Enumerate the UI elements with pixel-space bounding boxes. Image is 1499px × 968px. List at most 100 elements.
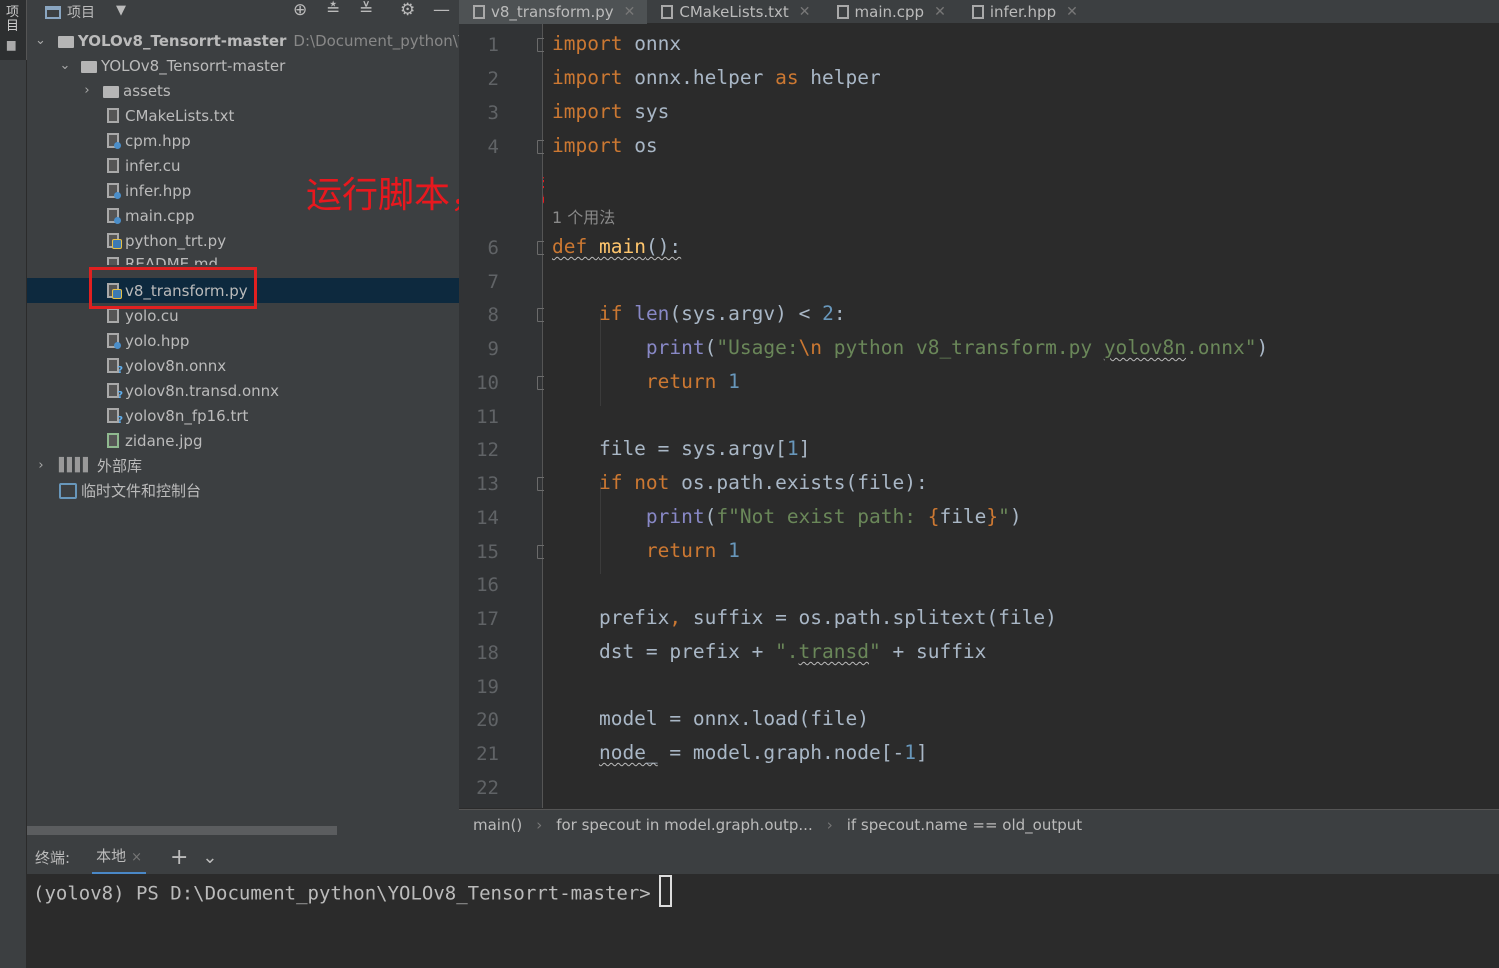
project-panel: 项目 ▼ ⊕ ≛ ≚ ⚙ — ⌄ YOLOv8_Tensorrt-master … [27,0,459,840]
code-line: print("Usage:\n python v8_transform.py y… [645,336,1269,359]
tab-v8-transform[interactable]: v8_transform.py ✕ [459,0,648,24]
project-panel-header: 项目 ▼ ⊕ ≛ ≚ ⚙ — [27,0,459,24]
code-line: print(f"Not exist path: {file}") [645,505,1022,528]
tree-item-cmakelists[interactable]: CMakeLists.txt [27,103,459,128]
tree-item-module[interactable]: ⌄ YOLOv8_Tensorrt-master [27,53,459,78]
terminal-output[interactable]: (yolov8) PS D:\Document_python\YOLOv8_Te… [27,874,1499,968]
text-file-icon [661,5,674,19]
line-number: 3 [487,102,499,124]
close-icon[interactable]: ✕ [934,4,946,20]
line-number: 1 [487,34,499,56]
hide-icon[interactable]: — [433,0,450,20]
cpp-file-icon [107,208,121,224]
gear-icon[interactable]: ⚙ [400,0,415,20]
usage-hint[interactable]: 1 个用法 [552,204,615,228]
line-number: 8 [487,304,499,326]
project-tool-window-button[interactable]: 项目 ▆ [0,0,27,60]
line-number: 7 [487,271,499,293]
close-icon[interactable]: ✕ [799,4,811,20]
chevron-down-icon[interactable]: ⌄ [35,33,46,48]
code-line: dst = prefix + ".transd" + suffix [552,640,987,663]
line-number: 12 [476,439,499,461]
unknown-file-icon [107,358,123,376]
breadcrumb-item[interactable]: for specout in model.graph.outp... [542,816,813,834]
tree-item-label: README.md [125,255,219,265]
project-stripe-label: 项目 [6,5,20,34]
close-icon[interactable]: ✕ [624,4,636,20]
project-horizontal-scrollbar[interactable] [27,826,337,835]
chevron-right-icon[interactable]: › [81,83,93,98]
code-line: import sys [552,100,670,123]
line-number: 20 [476,709,499,731]
close-icon[interactable]: ✕ [1066,4,1078,20]
line-number: 22 [476,777,499,799]
tree-item-path: D:\Document_python\YO [293,31,459,50]
tree-item-external-libraries[interactable]: › ▌▌▌▌ 外部库 [27,453,459,478]
tab-main-cpp[interactable]: main.cpp ✕ [823,0,958,24]
line-number: 16 [476,574,499,596]
annotation-highlight-box [89,267,257,309]
tab-label: main.cpp [854,3,925,21]
tab-label: CMakeLists.txt [679,3,789,21]
tree-item-yolov8n-fp16-trt[interactable]: yolov8n_fp16.trt [27,403,459,428]
locate-icon[interactable]: ⊕ [293,0,307,20]
tree-item-yolov8n-onnx[interactable]: yolov8n.onnx [27,353,459,378]
tree-item-readme[interactable]: README.md [27,253,459,265]
chevron-down-icon[interactable]: ⌄ [202,847,217,868]
tree-item-label: cpm.hpp [125,131,191,150]
tree-item-assets[interactable]: › assets [27,78,459,103]
window-icon [45,5,61,19]
collapse-all-icon[interactable]: ≚ [359,0,373,20]
line-number: 21 [476,743,499,765]
line-number: 6 [487,237,499,259]
line-number: 4 [487,136,499,158]
terminal-cursor [658,875,672,907]
cpp-file-icon [971,5,984,19]
tab-cmakelists[interactable]: CMakeLists.txt ✕ [647,0,822,24]
breadcrumb-item[interactable]: main() [459,816,522,834]
tree-item-label: YOLOv8_Tensorrt-master [101,56,286,75]
chevron-down-icon[interactable]: ⌄ [59,58,71,73]
text-file-icon [107,257,119,265]
close-icon[interactable]: × [131,850,142,865]
tree-item-yolov8n-transd-onnx[interactable]: yolov8n.transd.onnx [27,378,459,403]
cpp-file-icon [107,183,121,199]
breadcrumb-item[interactable]: if specout.name == old_output [833,816,1082,834]
folder-icon [81,60,97,73]
python-file-icon [473,5,485,19]
tree-item-label: 外部库 [97,457,143,475]
tree-item-label: yolo.cu [125,306,179,325]
line-number: 9 [487,338,499,360]
tree-item-zidane-jpg[interactable]: zidane.jpg [27,428,459,453]
line-number: 19 [476,676,499,698]
tree-item-scratches[interactable]: 临时文件和控制台 [27,478,459,503]
project-view-selector[interactable]: 项目 [45,2,95,22]
chevron-right-icon[interactable]: › [35,458,47,473]
expand-all-icon[interactable]: ≛ [326,0,340,20]
cpp-file-icon [107,133,121,149]
tree-item-cpm-hpp[interactable]: cpm.hpp [27,128,459,153]
code-editor[interactable]: import onnx import onnx.helper as helper… [544,24,1499,808]
code-line: model = onnx.load(file) [552,707,869,730]
tree-item-label: YOLOv8_Tensorrt-master [77,31,287,50]
tree-item-root[interactable]: ⌄ YOLOv8_Tensorrt-master D:\Document_pyt… [27,28,459,53]
tree-item-yolo-hpp[interactable]: yolo.hpp [27,328,459,353]
editor-tab-bar: v8_transform.py ✕ CMakeLists.txt ✕ main.… [459,0,1499,24]
line-number: 17 [476,608,499,630]
chevron-down-icon[interactable]: ▼ [116,3,126,18]
folder-icon [57,35,74,48]
code-line: return 1 [645,370,740,393]
chevron-right-icon: › [536,816,543,834]
line-number: 11 [476,406,499,428]
text-file-icon [107,108,119,123]
tree-item-python-trt[interactable]: python_trt.py [27,228,459,253]
tree-item-label: infer.cu [125,156,181,175]
add-terminal-button[interactable]: + [170,845,188,870]
tab-infer-hpp[interactable]: infer.hpp ✕ [958,0,1090,24]
text-file-icon [107,158,119,173]
tab-terminal-local[interactable]: 本地 × [92,839,146,875]
library-icon: ▌▌▌▌ [59,458,93,473]
folder-icon: ▆ [7,38,16,51]
terminal-prompt-text: (yolov8) PS D:\Document_python\YOLOv8_Te… [33,882,651,905]
unknown-file-icon [107,383,123,401]
